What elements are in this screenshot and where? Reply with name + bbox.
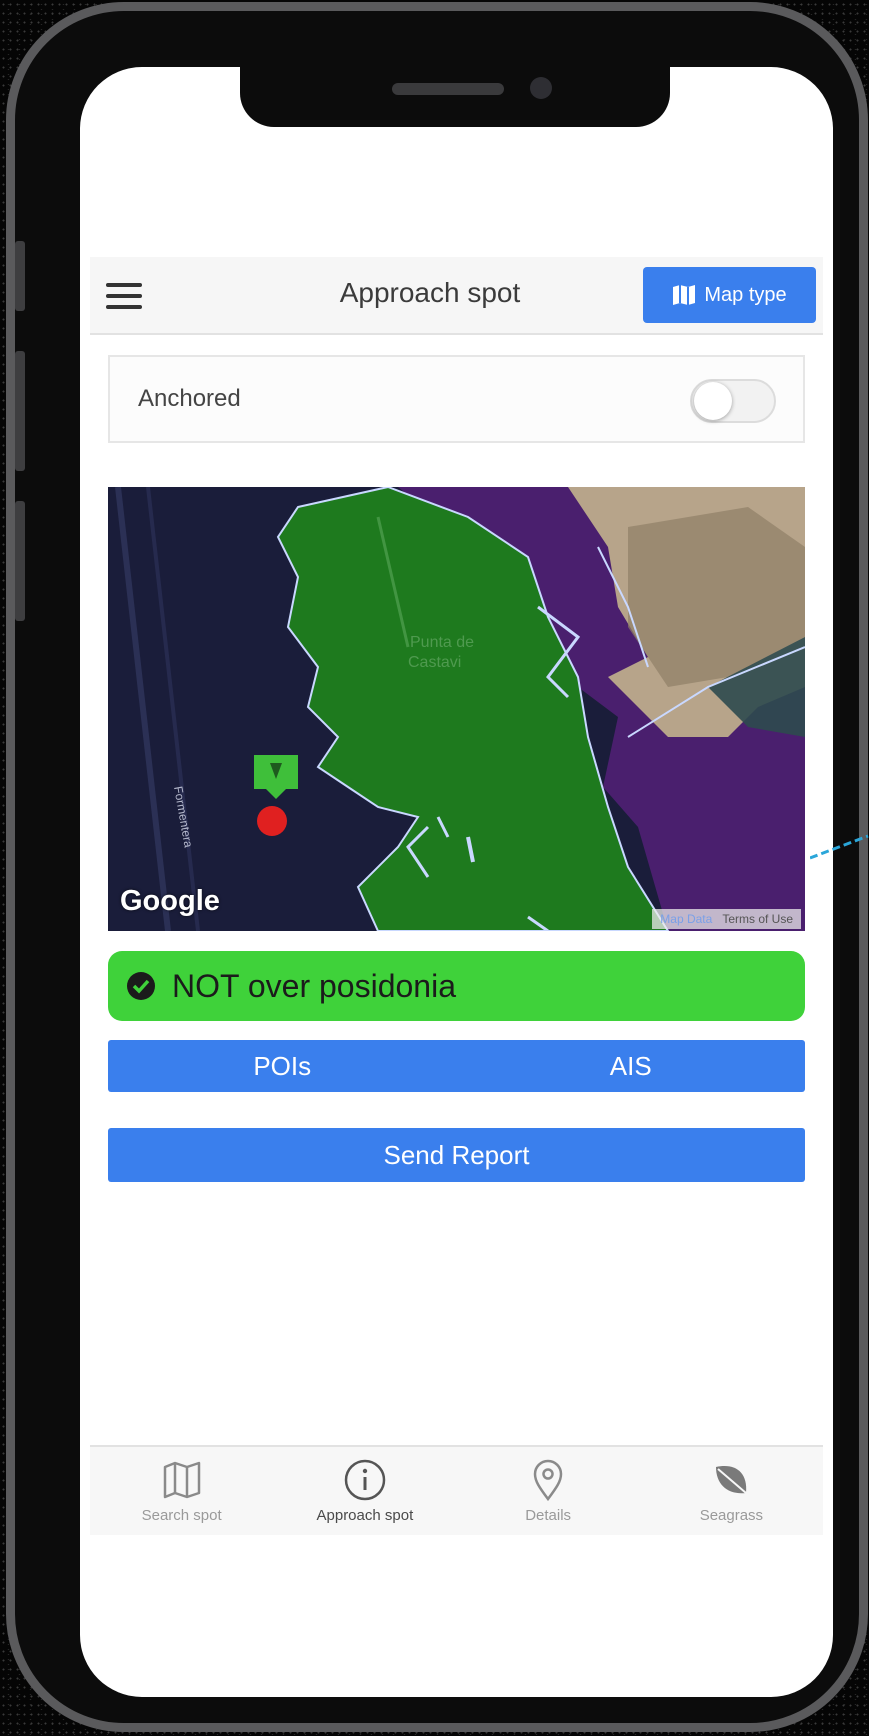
phone-screen: Approach spot Map type Anchored Punta de…: [80, 67, 833, 1697]
google-logo: Google: [120, 885, 220, 917]
notch: [240, 67, 670, 127]
check-circle-icon: [127, 972, 155, 1000]
location-pin-icon: [533, 1459, 563, 1502]
vessel-position-icon: [257, 806, 287, 836]
send-report-button[interactable]: Send Report: [108, 1128, 805, 1182]
satellite-map: Punta de Castavi Formentera: [108, 487, 805, 931]
speaker: [392, 83, 504, 95]
volume-up-button: [15, 351, 25, 471]
segment-buttons: POIs AIS: [108, 1040, 805, 1092]
front-camera: [530, 77, 552, 99]
posidonia-status-text: NOT over posidonia: [172, 967, 456, 1004]
map-data-link[interactable]: Map Data: [660, 912, 712, 926]
callout-connector: [810, 834, 869, 860]
volume-down-button: [15, 501, 25, 621]
hamburger-menu-icon[interactable]: [106, 283, 142, 309]
terms-of-use-link[interactable]: Terms of Use: [722, 912, 793, 926]
map-type-label: Map type: [704, 283, 787, 306]
info-icon: [344, 1459, 386, 1501]
pois-button[interactable]: POIs: [108, 1040, 457, 1092]
folded-map-icon: [673, 285, 696, 305]
toggle-knob: [694, 382, 732, 420]
map-place-label-2: Castavi: [408, 654, 461, 671]
app-header: Approach spot Map type: [90, 257, 823, 335]
tab-details[interactable]: Details: [457, 1447, 640, 1535]
tab-approach-spot[interactable]: Approach spot: [273, 1447, 456, 1535]
page-title: Approach spot: [339, 277, 521, 308]
tab-search-spot[interactable]: Search spot: [90, 1447, 273, 1535]
anchored-toggle[interactable]: [690, 379, 776, 423]
map-place-label-1: Punta de: [410, 634, 474, 651]
ais-button[interactable]: AIS: [457, 1040, 806, 1092]
tab-label-search-spot: Search spot: [141, 1507, 222, 1524]
tab-label-approach-spot: Approach spot: [316, 1507, 414, 1524]
phone-frame: Approach spot Map type Anchored Punta de…: [6, 2, 868, 1732]
map-icon: [163, 1461, 200, 1499]
anchored-label: Anchored: [138, 385, 241, 412]
tab-label-details: Details: [525, 1507, 572, 1524]
map-type-button[interactable]: Map type: [643, 267, 816, 323]
bottom-tab-bar: Search spot Approach spot Details Seagra…: [90, 1445, 823, 1535]
leaf-icon: [716, 1466, 748, 1494]
posidonia-status-banner: NOT over posidonia: [108, 951, 805, 1021]
mute-switch: [15, 241, 25, 311]
tab-seagrass[interactable]: Seagrass: [640, 1447, 823, 1535]
tab-label-seagrass: Seagrass: [699, 1507, 764, 1524]
map-attribution: Map Data Terms of Use: [652, 909, 801, 929]
anchored-row: Anchored: [108, 355, 805, 443]
map-view[interactable]: Punta de Castavi Formentera Google Map D…: [108, 487, 805, 931]
